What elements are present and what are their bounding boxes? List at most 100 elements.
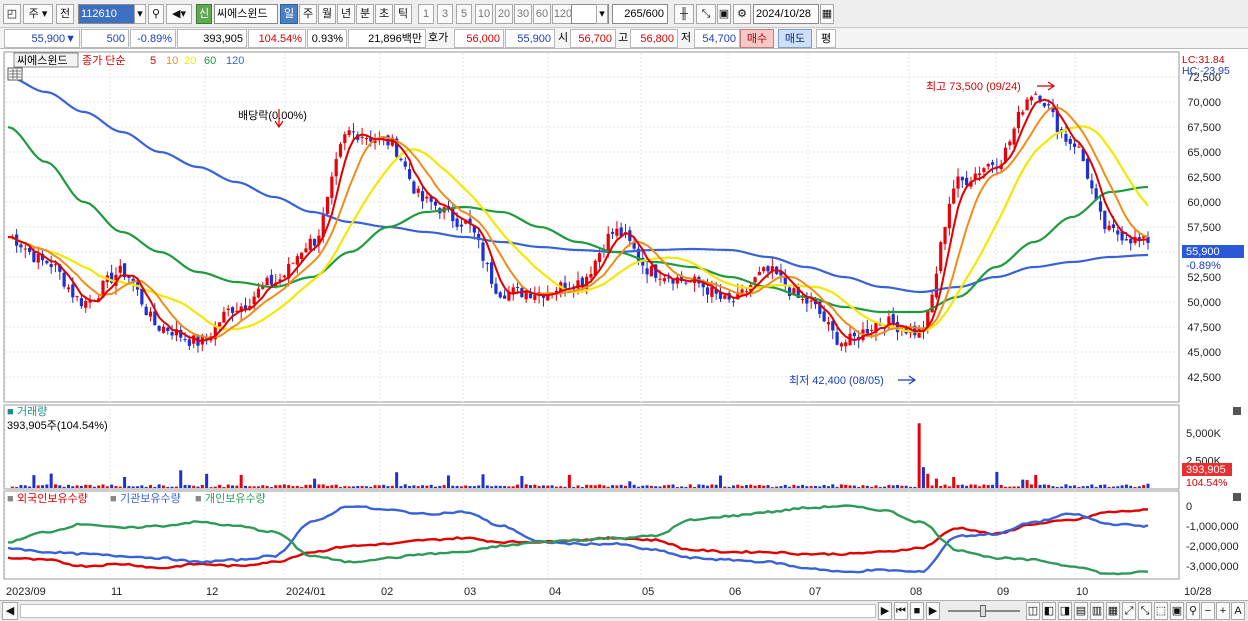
period-button-5[interactable]: 초: [375, 4, 393, 24]
volume-bar: [714, 484, 718, 488]
candle-body: [433, 201, 438, 206]
period-button-3[interactable]: 년: [337, 4, 355, 24]
volume-bar: [170, 486, 174, 488]
interval-dropdown-icon[interactable]: ▾: [596, 4, 608, 24]
volume-bar: [969, 484, 973, 488]
stock-code-input[interactable]: 112610: [78, 4, 136, 24]
zoom-slider-handle[interactable]: [980, 605, 986, 617]
save-icon[interactable]: ▣: [717, 4, 731, 24]
volume-bar: [632, 484, 636, 488]
draw-tool-icon[interactable]: ⤡: [696, 4, 716, 24]
period-button-2[interactable]: 월: [318, 4, 336, 24]
candle-body: [515, 287, 520, 289]
candle-body: [420, 191, 425, 202]
volume-bar: [105, 486, 109, 488]
rewind-icon[interactable]: ⏮: [894, 602, 908, 620]
interval-button-20[interactable]: 20: [495, 4, 513, 24]
tool-icon-2[interactable]: ⤡: [1138, 602, 1152, 620]
layout-icon-1[interactable]: ◫: [1026, 602, 1040, 620]
scroll-track[interactable]: [20, 604, 876, 618]
volume-bar: [516, 484, 520, 488]
price-tick-label: 67,500: [1187, 122, 1221, 134]
candle-type-icon[interactable]: ╫: [674, 4, 694, 24]
sell-button[interactable]: 매도: [778, 29, 812, 48]
candle-body: [459, 224, 464, 227]
volume-bar: [861, 485, 865, 488]
candle-body: [295, 256, 299, 265]
scroll-left-icon[interactable]: ◀: [2, 602, 18, 620]
code-dropdown-icon[interactable]: ▾: [134, 4, 146, 24]
volume-bar: [883, 486, 887, 488]
volume-bar: [667, 484, 671, 488]
volume-bar: [334, 484, 338, 488]
candle-body: [952, 188, 956, 204]
period-button-0[interactable]: 일: [280, 4, 298, 24]
gear-icon[interactable]: ⚙: [733, 4, 751, 24]
sound-icon[interactable]: ◀▾: [166, 4, 192, 24]
volume-bar: [101, 484, 105, 488]
current-price-tag-text: 55,900: [1186, 246, 1220, 258]
layout-icon-2[interactable]: ◧: [1042, 602, 1056, 620]
period-button-4[interactable]: 분: [356, 4, 374, 24]
period-button-6[interactable]: 틱: [394, 4, 412, 24]
volume-bar: [757, 484, 761, 488]
stock-name-field[interactable]: 씨에스윈드: [214, 4, 278, 24]
tool-icon-3[interactable]: ⬚: [1154, 602, 1168, 620]
volume-bar: [943, 484, 947, 488]
prev-button[interactable]: 전: [56, 4, 74, 24]
interval-button-1[interactable]: 1: [418, 4, 434, 24]
layout-icon-6[interactable]: ▦: [1106, 602, 1120, 620]
volume-bar: [649, 485, 653, 488]
calendar-icon[interactable]: ▦: [820, 4, 834, 24]
volume-bar: [921, 467, 925, 488]
layout-icon-5[interactable]: ▥: [1090, 602, 1104, 620]
stop-icon[interactable]: ■: [910, 602, 924, 620]
stock-chart[interactable]: 42,50045,00047,50050,00052,50055,00057,5…: [0, 50, 1248, 600]
zoom-out-icon[interactable]: −: [1201, 602, 1215, 620]
date-tick-label: 05: [642, 586, 654, 598]
interval-button-30[interactable]: 30: [514, 4, 532, 24]
candle-body: [269, 274, 274, 285]
candle-body: [1129, 238, 1133, 244]
volume-bar: [783, 484, 787, 488]
volume-bar: [269, 487, 273, 488]
holding-panel-close-icon[interactable]: [1233, 493, 1241, 501]
layout-icon-4[interactable]: ▤: [1074, 602, 1088, 620]
scroll-right-icon[interactable]: ▶: [878, 602, 892, 620]
volume-bar: [157, 484, 161, 488]
volume-panel-close-icon[interactable]: [1233, 407, 1241, 415]
volume-bar: [399, 486, 403, 488]
tool-icon-4[interactable]: ▣: [1170, 602, 1184, 620]
candle-body: [84, 300, 88, 308]
zoom-in-icon[interactable]: +: [1216, 602, 1230, 620]
count-field[interactable]: 265/600: [612, 4, 668, 24]
candle-body: [170, 332, 174, 336]
volume-bar: [330, 485, 334, 488]
interval-button-10[interactable]: 10: [475, 4, 493, 24]
period-dropdown[interactable]: 주 ▾: [23, 4, 53, 24]
auto-scale-icon[interactable]: A: [1231, 602, 1245, 620]
candle-body: [1107, 225, 1111, 230]
period-button-1[interactable]: 주: [299, 4, 317, 24]
zoom-search-icon[interactable]: ⚲: [1186, 602, 1200, 620]
interval-button-5[interactable]: 5: [456, 4, 472, 24]
volume-bar: [684, 486, 688, 488]
candle-body: [230, 307, 235, 313]
window-icon[interactable]: ◰: [3, 4, 21, 24]
volume-bar: [826, 486, 830, 488]
search-icon[interactable]: ⚲: [148, 4, 164, 24]
buy-button[interactable]: 매수: [740, 29, 774, 48]
volume-bar: [351, 486, 355, 488]
volume-bar: [1094, 486, 1098, 488]
price-tick-label: 70,000: [1187, 97, 1221, 109]
date-input[interactable]: 2024/10/28: [753, 4, 819, 24]
new-stock-button[interactable]: 신: [196, 4, 212, 24]
play-icon[interactable]: ▶: [926, 602, 940, 620]
volume-bar: [960, 484, 964, 488]
tool-icon-1[interactable]: ⤢: [1122, 602, 1136, 620]
price-tick-label: 47,500: [1187, 322, 1221, 334]
layout-icon-3[interactable]: ◨: [1058, 602, 1072, 620]
average-button[interactable]: 평: [816, 29, 836, 48]
interval-button-3[interactable]: 3: [437, 4, 453, 24]
interval-button-60[interactable]: 60: [533, 4, 551, 24]
